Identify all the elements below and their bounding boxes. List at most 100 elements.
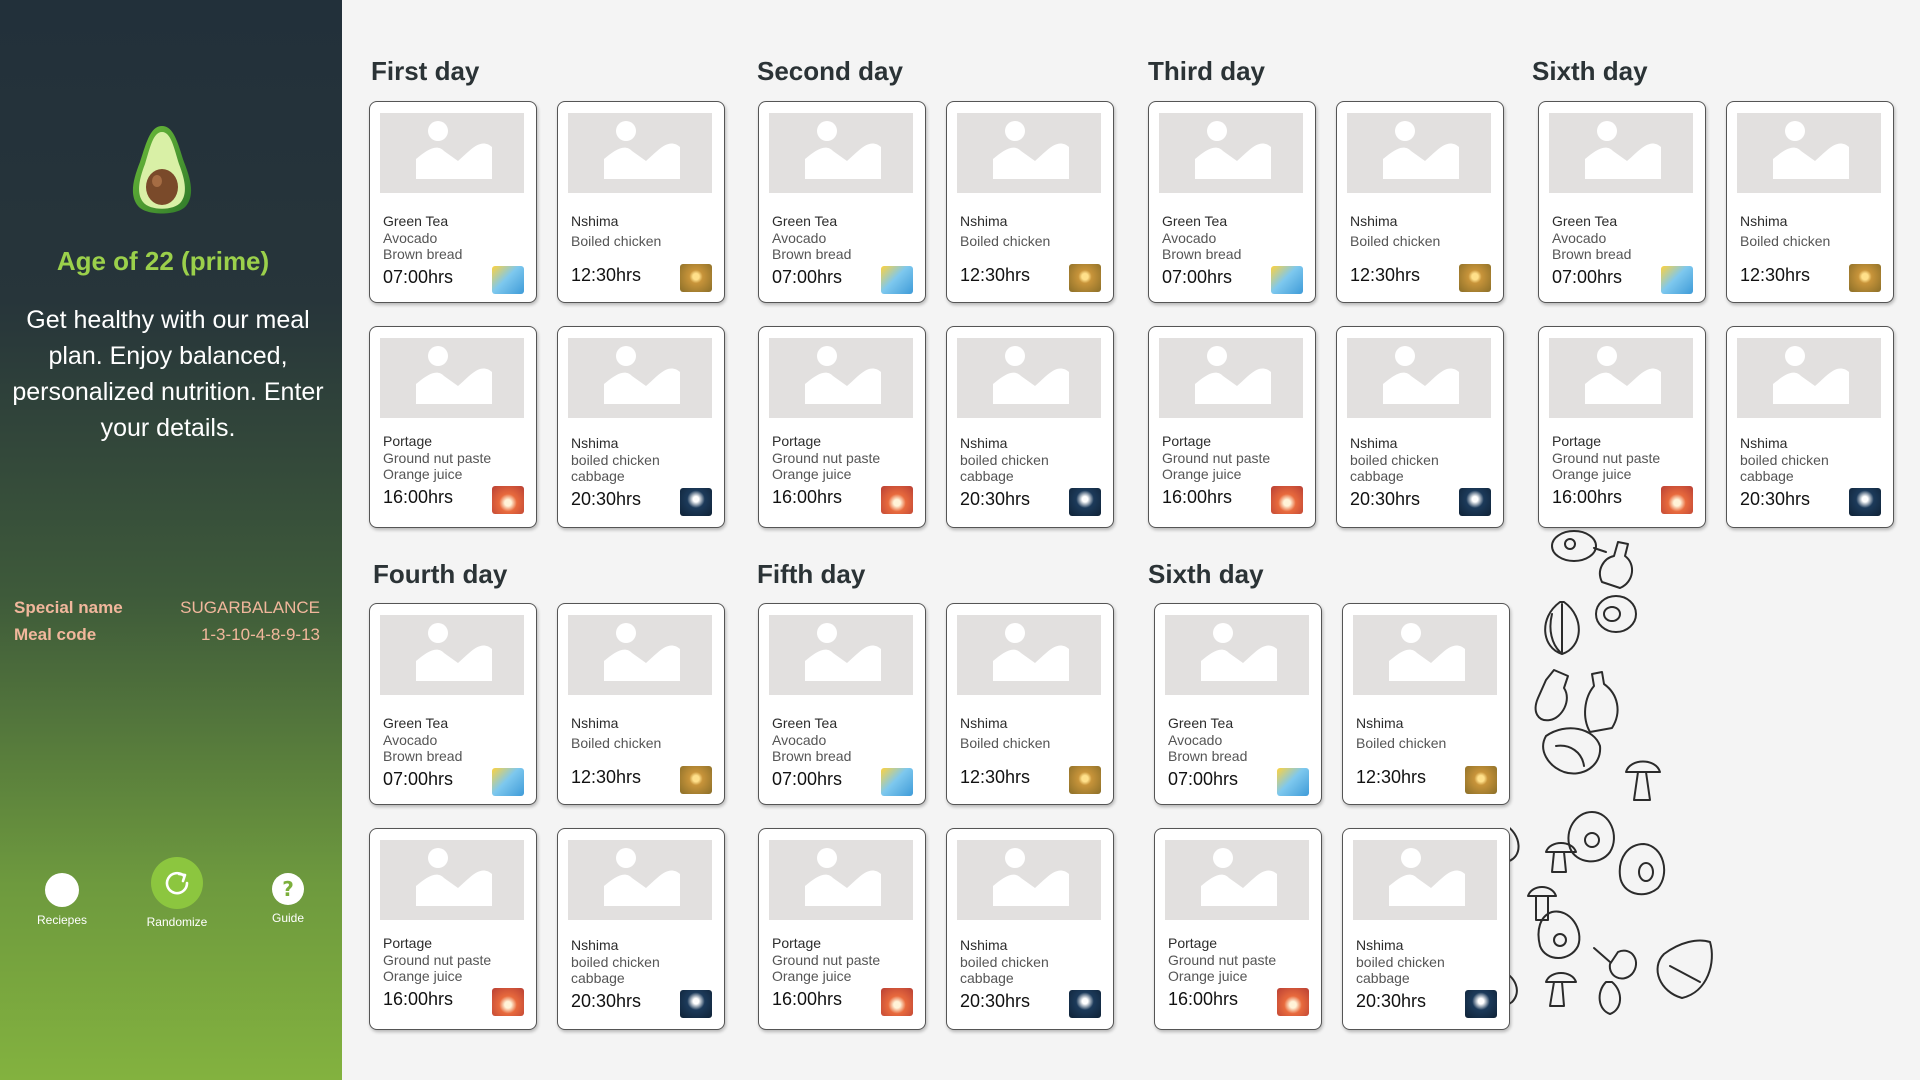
image-placeholder-icon xyxy=(568,338,712,418)
meal-name: Nshima xyxy=(960,937,1008,953)
special-name-value: SUGARBALANCE xyxy=(180,597,320,617)
image-placeholder-icon xyxy=(380,840,524,920)
meal-items: boiled chicken cabbage xyxy=(1740,452,1829,484)
image-placeholder-icon xyxy=(957,615,1101,695)
image-placeholder-icon xyxy=(1737,338,1881,418)
meal-time: 16:00hrs xyxy=(383,989,454,1009)
avocado-icon xyxy=(1537,910,1581,959)
image-placeholder-icon xyxy=(568,615,712,695)
meal-items: Avocado Brown bread xyxy=(1162,230,1242,262)
noon-sun-icon xyxy=(680,264,712,292)
meal-card-lunch[interactable]: Nshima Boiled chicken 12:30hrs xyxy=(1342,603,1510,805)
garlic-icon xyxy=(1598,981,1621,1015)
meal-time: 12:30hrs xyxy=(1740,265,1811,285)
meal-card-snack[interactable]: Portage Ground nut paste Orange juice 16:0… xyxy=(758,326,926,528)
meal-card-breakfast[interactable]: Green Tea Avocado Brown bread 07:00hrs xyxy=(1538,101,1706,303)
noon-sun-icon xyxy=(1069,264,1101,292)
meal-card-lunch[interactable]: Nshima Boiled chicken 12:30hrs xyxy=(557,101,725,303)
image-placeholder-icon xyxy=(1159,113,1303,193)
meal-items: Boiled chicken xyxy=(960,735,1051,751)
sunrise-icon xyxy=(492,768,524,796)
noon-sun-icon xyxy=(680,766,712,794)
image-placeholder-icon xyxy=(1347,113,1491,193)
image-placeholder-icon xyxy=(568,840,712,920)
meal-card-snack[interactable]: Portage Ground nut paste Orange juice 16:0… xyxy=(1538,326,1706,528)
sunset-icon xyxy=(881,486,913,514)
meal-card-dinner[interactable]: Nshima boiled chicken cabbage 20:30hrs xyxy=(1342,828,1510,1030)
meal-card-breakfast[interactable]: Green Tea Avocado Brown bread 07:00hrs xyxy=(758,603,926,805)
meal-time: 07:00hrs xyxy=(772,267,843,287)
recipes-button[interactable]: Reciepes xyxy=(26,873,98,927)
meal-name: Green Tea xyxy=(383,715,449,731)
day-title: Fourth day xyxy=(373,559,508,589)
meal-name: Nshima xyxy=(1740,435,1788,451)
moon-night-icon xyxy=(1069,990,1101,1018)
meal-name: Nshima xyxy=(571,937,619,953)
image-placeholder-icon xyxy=(1347,338,1491,418)
meal-time: 07:00hrs xyxy=(1552,267,1623,287)
meal-items: Ground nut paste Orange juice xyxy=(383,450,492,482)
meal-name: Portage xyxy=(1552,433,1602,449)
sunset-icon xyxy=(492,988,524,1016)
meal-card-snack[interactable]: Portage Ground nut paste Orange juice 16:0… xyxy=(1154,828,1322,1030)
meal-card-breakfast[interactable]: Green Tea Avocado Brown bread 07:00hrs xyxy=(1154,603,1322,805)
meal-items: Boiled chicken xyxy=(1356,735,1447,751)
meal-code-label: Meal code xyxy=(14,624,97,644)
meal-card-lunch[interactable]: Nshima Boiled chicken 12:30hrs xyxy=(946,101,1114,303)
meal-card-snack[interactable]: Portage Ground nut paste Orange juice 16:0… xyxy=(369,828,537,1030)
meal-time: 07:00hrs xyxy=(383,769,454,789)
meal-time: 07:00hrs xyxy=(1168,769,1239,789)
guide-button[interactable]: ? Guide xyxy=(258,873,318,925)
meal-name: Nshima xyxy=(571,213,619,229)
noon-sun-icon xyxy=(1459,264,1491,292)
meal-items: Ground nut paste Orange juice xyxy=(772,450,881,482)
meal-name: Nshima xyxy=(1350,435,1398,451)
meal-code-row: Meal code 1-3-10-4-8-9-13 xyxy=(14,621,320,648)
meal-card-snack[interactable]: Portage Ground nut paste Orange juice 16:0… xyxy=(1148,326,1316,528)
sunrise-icon xyxy=(1271,266,1303,294)
meal-time: 07:00hrs xyxy=(383,267,454,287)
day-title: Second day xyxy=(757,56,903,86)
meal-card-lunch[interactable]: Nshima Boiled chicken 12:30hrs xyxy=(946,603,1114,805)
meal-card-dinner[interactable]: Nshima boiled chicken cabbage 20:30hrs xyxy=(1336,326,1504,528)
meal-card-dinner[interactable]: Nshima boiled chicken cabbage 20:30hrs xyxy=(946,828,1114,1030)
meal-card-breakfast[interactable]: Green Tea Avocado Brown bread 07:00hrs xyxy=(758,101,926,303)
image-placeholder-icon xyxy=(957,338,1101,418)
meal-card-dinner[interactable]: Nshima boiled chicken cabbage 20:30hrs xyxy=(1726,326,1894,528)
sunrise-icon xyxy=(1661,266,1693,294)
meal-name: Portage xyxy=(383,935,433,951)
meal-card-snack[interactable]: Portage Ground nut paste Orange juice 16:0… xyxy=(758,828,926,1030)
image-placeholder-icon xyxy=(1165,615,1309,695)
meal-card-lunch[interactable]: Nshima Boiled chicken 12:30hrs xyxy=(1336,101,1504,303)
meal-card-snack[interactable]: Portage Ground nut paste Orange juice 16:0… xyxy=(369,326,537,528)
meal-items: Boiled chicken xyxy=(1740,233,1831,249)
meal-time: 20:30hrs xyxy=(571,489,642,509)
meal-items: Ground nut paste Orange juice xyxy=(1162,450,1271,482)
randomize-button[interactable]: Randomize xyxy=(137,857,217,929)
image-placeholder-icon xyxy=(380,113,524,193)
meal-card-dinner[interactable]: Nshima boiled chicken cabbage 20:30hrs xyxy=(557,326,725,528)
meal-card-breakfast[interactable]: Green Tea Avocado Brown bread 07:00hrs xyxy=(369,101,537,303)
meal-name: Green Tea xyxy=(772,213,838,229)
sunrise-icon xyxy=(1277,768,1309,796)
moon-night-icon xyxy=(1459,488,1491,516)
meal-card-lunch[interactable]: Nshima Boiled chicken 12:30hrs xyxy=(557,603,725,805)
meal-time: 12:30hrs xyxy=(571,265,642,285)
meal-card-dinner[interactable]: Nshima boiled chicken cabbage 20:30hrs xyxy=(557,828,725,1030)
meal-card-dinner[interactable]: Nshima boiled chicken cabbage 20:30hrs xyxy=(946,326,1114,528)
avocado-icon xyxy=(1618,843,1666,896)
meal-card-breakfast[interactable]: Green Tea Avocado Brown bread 07:00hrs xyxy=(369,603,537,805)
meal-items: Avocado Brown bread xyxy=(772,732,852,764)
meat-leg-icon xyxy=(1593,947,1637,980)
meal-items: boiled chicken cabbage xyxy=(960,452,1049,484)
noon-sun-icon xyxy=(1849,264,1881,292)
meal-items: Avocado Brown bread xyxy=(383,230,463,262)
food-doodles-illustration xyxy=(1510,530,1713,1015)
cabbage-icon xyxy=(1542,727,1602,775)
meal-name: Portage xyxy=(383,433,433,449)
meal-time: 20:30hrs xyxy=(571,991,642,1011)
noon-sun-icon xyxy=(1465,766,1497,794)
bottom-nav: Reciepes Randomize ? Guide xyxy=(0,857,342,929)
meal-card-breakfast[interactable]: Green Tea Avocado Brown bread 07:00hrs xyxy=(1148,101,1316,303)
meal-card-lunch[interactable]: Nshima Boiled chicken 12:30hrs xyxy=(1726,101,1894,303)
